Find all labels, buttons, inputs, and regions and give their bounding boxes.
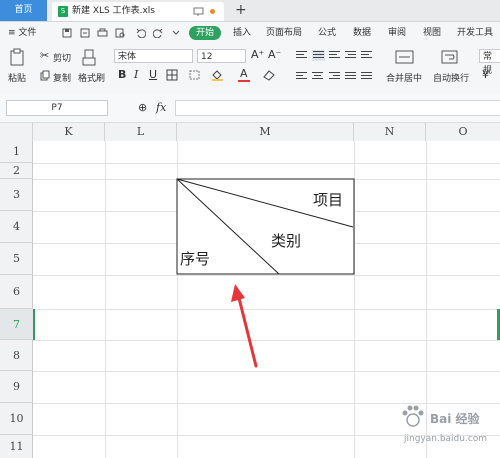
- scissors-icon[interactable]: ✂: [40, 49, 49, 62]
- column-header: K L M N O: [0, 123, 500, 142]
- column-header-o[interactable]: O: [426, 123, 500, 141]
- new-tab-button[interactable]: +: [235, 0, 247, 21]
- paste-button[interactable]: 粘贴: [8, 71, 26, 84]
- watermark-text: Bai 经验: [430, 412, 480, 426]
- red-arrow-annotation: [231, 284, 258, 368]
- column-header-k[interactable]: K: [33, 123, 105, 141]
- row-header-4[interactable]: 4: [0, 211, 33, 243]
- formula-input[interactable]: [175, 100, 500, 116]
- tab-document[interactable]: S 新建 XLS 工作表.xls: [52, 2, 224, 21]
- print-preview-icon[interactable]: [115, 28, 126, 38]
- distributed-icon[interactable]: [361, 72, 372, 81]
- save-icon[interactable]: [62, 28, 72, 38]
- merge-center-button[interactable]: 合并居中: [386, 71, 422, 84]
- row-header-2[interactable]: 2: [0, 163, 33, 179]
- font-name-value: 宋体: [118, 52, 137, 62]
- row-header-10[interactable]: 10: [0, 403, 33, 435]
- menu-bar: ≡ 文件 开始 插入 页面布局 公式 数据 审阅 视图 开发工具: [0, 22, 500, 44]
- row-header-3[interactable]: 3: [0, 179, 33, 211]
- menu-review[interactable]: 审阅: [388, 22, 406, 44]
- font-size-select[interactable]: 12: [197, 49, 246, 63]
- header-label-serial: 序号: [180, 250, 211, 268]
- font-color-swatch: [238, 80, 250, 82]
- row-header-11[interactable]: 11: [0, 435, 33, 458]
- cut-button[interactable]: 剪切: [53, 51, 71, 64]
- outdent-icon[interactable]: [361, 51, 372, 60]
- watermark-url: jingyan.baidu.com: [404, 434, 488, 444]
- format-painter-button[interactable]: 格式刷: [78, 71, 105, 84]
- menu-start[interactable]: 开始: [189, 26, 221, 40]
- row-header-5[interactable]: 5: [0, 243, 33, 275]
- bold-button[interactable]: B: [118, 68, 126, 82]
- eraser-icon[interactable]: [262, 69, 276, 81]
- row-header-6[interactable]: 6: [0, 275, 33, 309]
- format-painter-icon[interactable]: [82, 49, 96, 67]
- title-bar: 首页 S 新建 XLS 工作表.xls +: [0, 0, 500, 22]
- menu-formulas[interactable]: 公式: [318, 22, 336, 44]
- formula-bar: P7 ⊕ fx: [0, 94, 500, 123]
- font-size-value: 12: [201, 52, 213, 62]
- align-center-icon[interactable]: [312, 72, 323, 81]
- currency-button[interactable]: ¥: [482, 68, 489, 82]
- row-header: 1 2 3 4 5 6 7 8 9 10 11: [0, 141, 33, 458]
- border-icon[interactable]: [166, 69, 180, 81]
- font-color-button[interactable]: A: [240, 67, 248, 81]
- zoom-icon[interactable]: ⊕: [138, 101, 147, 114]
- paste-icon[interactable]: [10, 48, 26, 67]
- wrap-text-button[interactable]: 自动换行: [433, 71, 469, 84]
- document-name: 新建 XLS 工作表.xls: [72, 6, 155, 16]
- tab-home[interactable]: 首页: [0, 0, 47, 21]
- menu-view[interactable]: 视图: [423, 22, 441, 44]
- menu-developer[interactable]: 开发工具: [457, 22, 493, 44]
- print-icon[interactable]: [97, 28, 108, 38]
- align-middle-icon[interactable]: [312, 50, 325, 61]
- row-header-7[interactable]: 7: [0, 309, 33, 340]
- wrap-text-icon[interactable]: [441, 49, 459, 65]
- copy-button[interactable]: 复制: [53, 71, 71, 84]
- column-header-n[interactable]: N: [354, 123, 426, 141]
- row-header-8[interactable]: 8: [0, 340, 33, 371]
- menu-file[interactable]: ≡ 文件: [8, 22, 36, 44]
- font-name-select[interactable]: 宋体: [114, 49, 193, 63]
- baidu-watermark: Bai 经验 jingyan.baidu.com: [380, 404, 498, 456]
- header-label-project: 项目: [313, 191, 344, 209]
- number-format-select[interactable]: 常规: [479, 49, 500, 76]
- underline-button[interactable]: U: [149, 68, 157, 82]
- monitor-icon[interactable]: [193, 6, 204, 17]
- grow-font-button[interactable]: A⁺: [251, 48, 264, 62]
- menu-page-layout[interactable]: 页面布局: [266, 22, 302, 44]
- redo-icon[interactable]: [153, 28, 163, 38]
- fx-icon[interactable]: fx: [156, 101, 166, 114]
- unsaved-dot-icon: [210, 9, 215, 14]
- column-header-m[interactable]: M: [177, 123, 354, 141]
- align-left-icon[interactable]: [296, 72, 307, 81]
- align-right-icon[interactable]: [329, 72, 340, 81]
- menu-data[interactable]: 数据: [353, 22, 371, 44]
- shrink-font-button[interactable]: A⁻: [268, 48, 281, 62]
- ribbon-toolbar: 粘贴 ✂ 剪切 复制 格式刷 宋体 12 A⁺ A⁻ B I U A 合并居中 …: [0, 44, 500, 95]
- header-label-category: 类别: [271, 232, 302, 250]
- name-box[interactable]: P7: [6, 100, 108, 116]
- justify-icon[interactable]: [345, 72, 356, 81]
- align-bottom-icon[interactable]: [329, 51, 340, 60]
- menu-insert[interactable]: 插入: [233, 22, 251, 44]
- export-pdf-icon[interactable]: [80, 28, 91, 38]
- row-header-1[interactable]: 1: [0, 141, 33, 163]
- italic-button[interactable]: I: [134, 68, 138, 82]
- undo-icon[interactable]: [136, 28, 146, 38]
- selection-left-edge: [33, 309, 35, 340]
- indent-icon[interactable]: [345, 51, 356, 60]
- spreadsheet-icon: S: [58, 6, 68, 17]
- name-box-value: P7: [51, 103, 63, 113]
- row-header-9[interactable]: 9: [0, 371, 33, 403]
- fill-color-icon[interactable]: [211, 69, 224, 81]
- paw-logo-icon: [402, 405, 424, 427]
- align-top-icon[interactable]: [296, 51, 307, 60]
- select-all-corner[interactable]: [0, 123, 33, 141]
- merge-center-icon[interactable]: [395, 49, 415, 65]
- column-header-l[interactable]: L: [105, 123, 177, 141]
- strikethrough-icon[interactable]: [189, 69, 201, 81]
- quick-access-dropdown-icon[interactable]: [172, 30, 180, 36]
- copy-icon[interactable]: [40, 70, 50, 81]
